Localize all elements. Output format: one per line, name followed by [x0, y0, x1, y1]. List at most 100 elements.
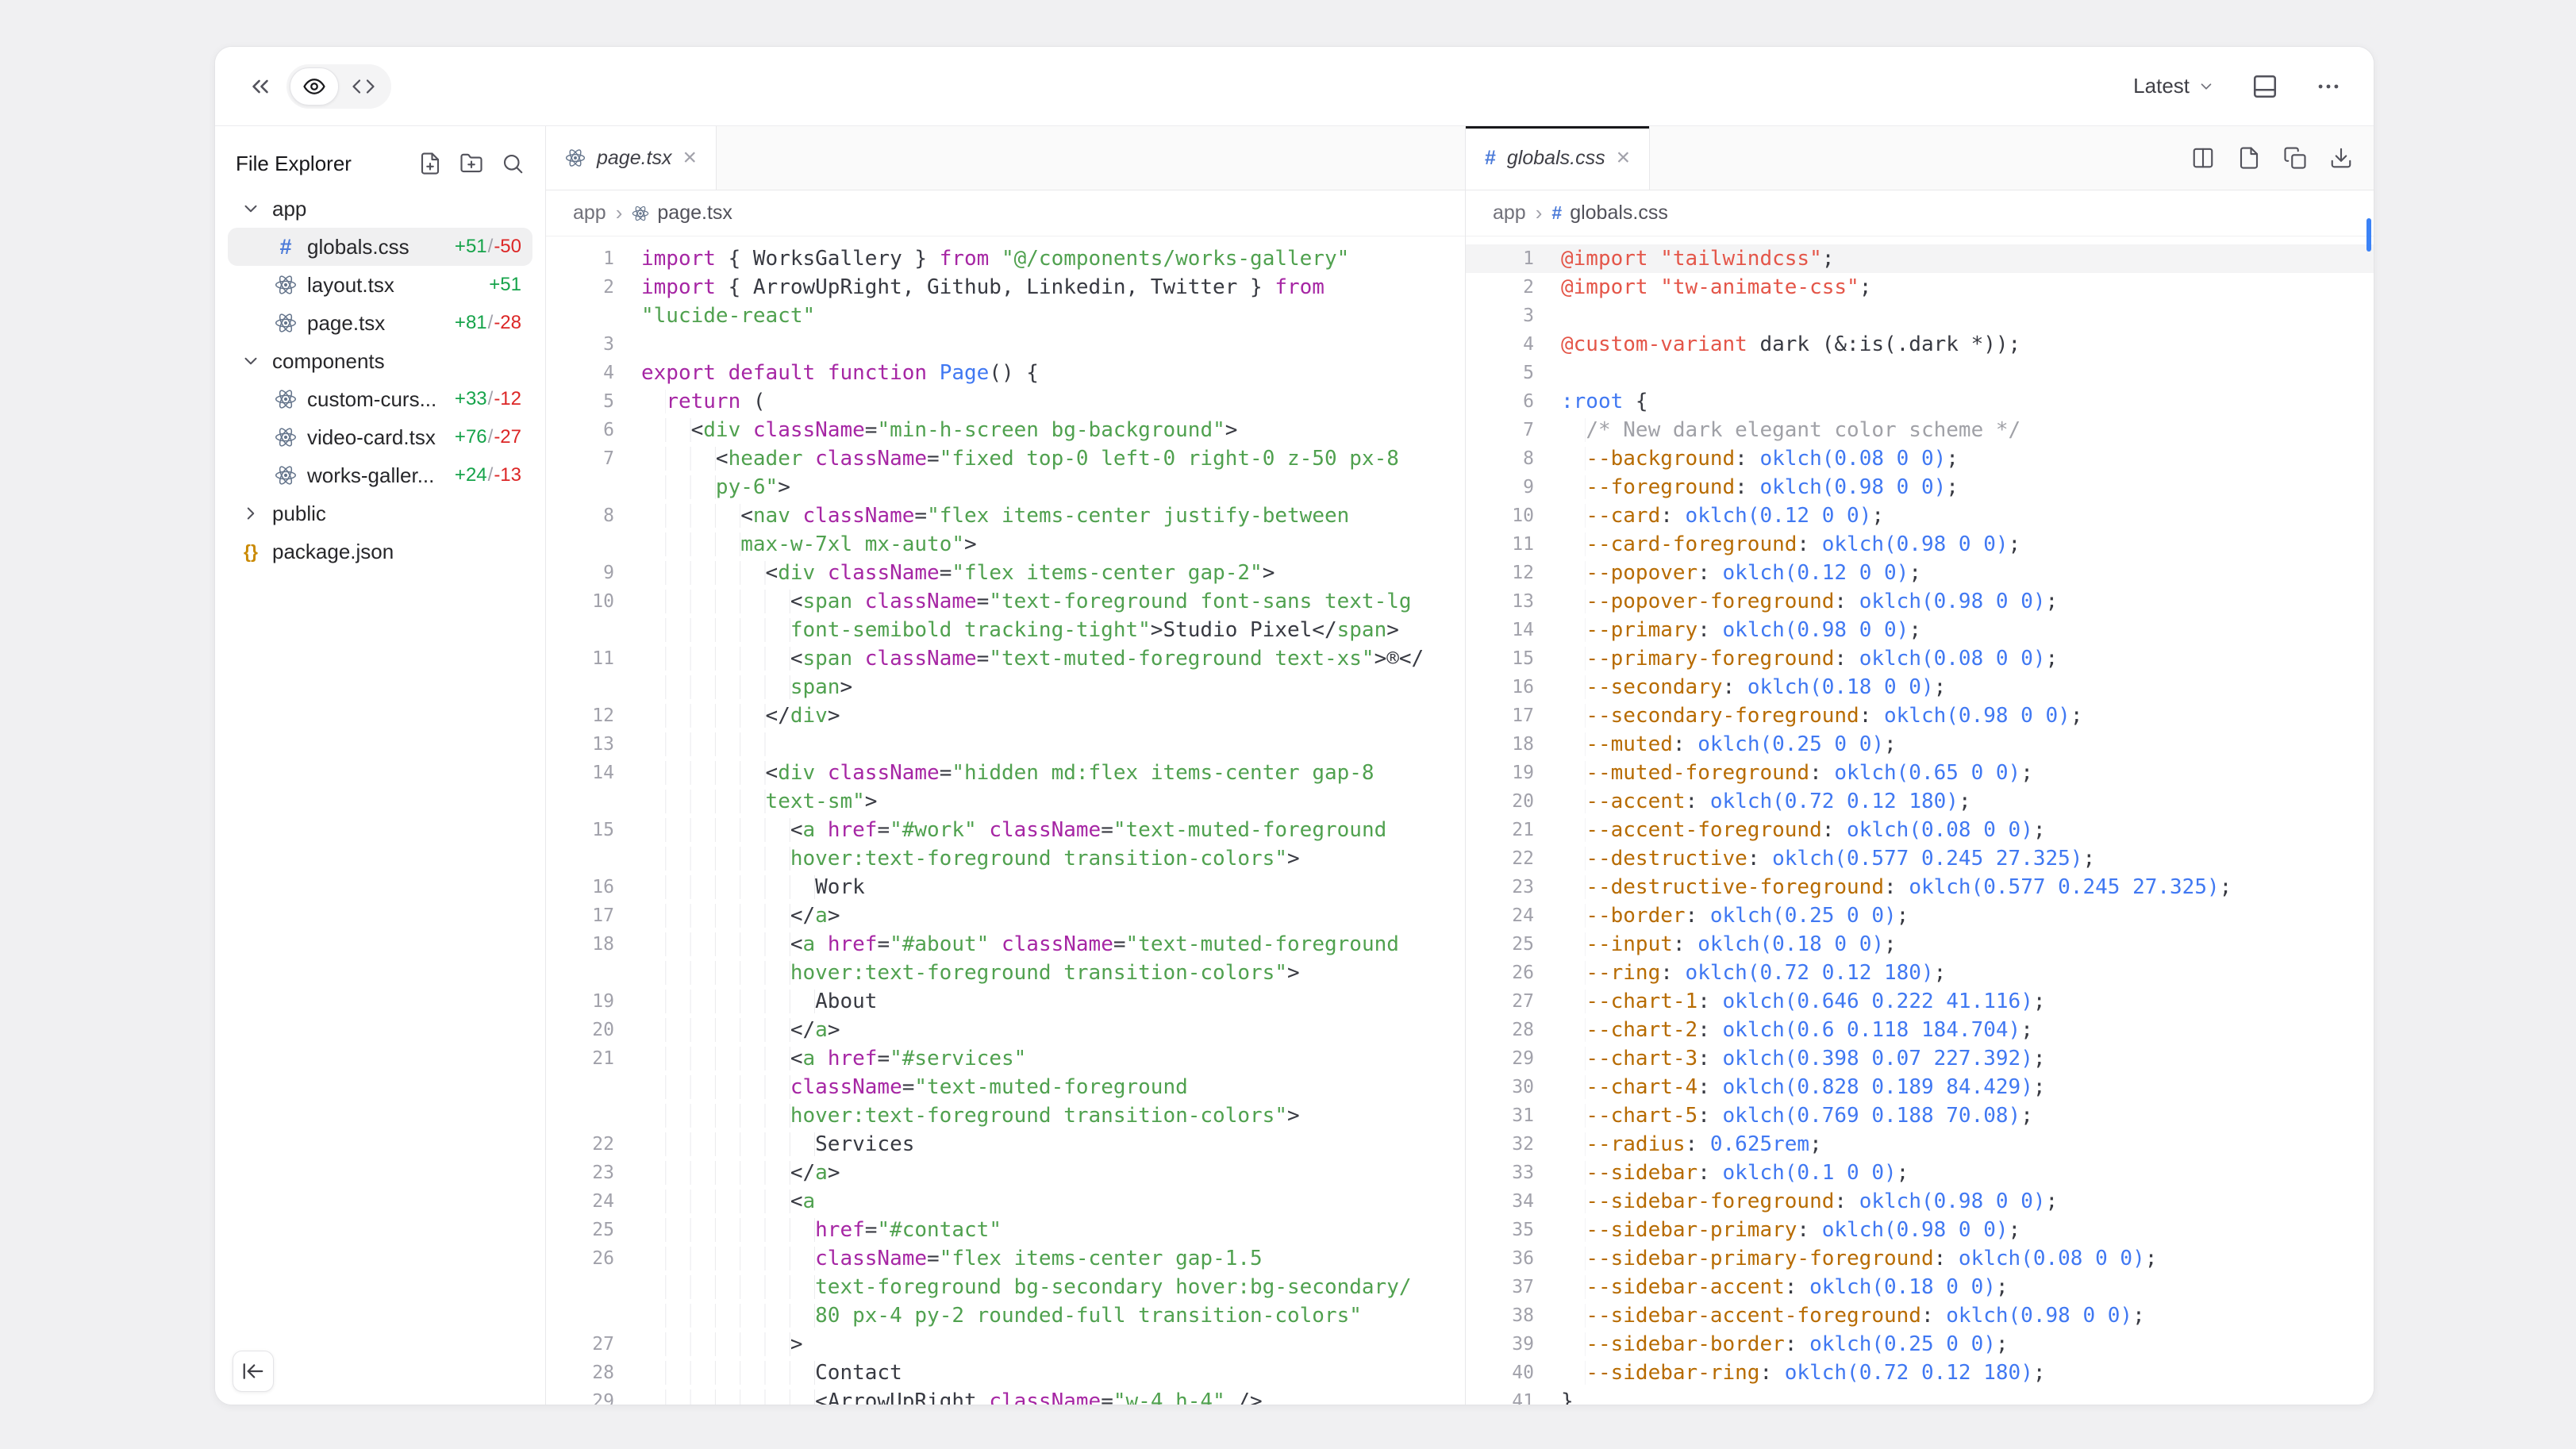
line-number: 31	[1466, 1101, 1534, 1130]
line-number	[546, 1073, 614, 1101]
tab-page-tsx[interactable]: page.tsx ×	[546, 126, 717, 190]
panel-layout-button[interactable]	[2251, 73, 2278, 100]
breadcrumb-root[interactable]: app	[1493, 202, 1526, 225]
code-line: 14 --primary: oklch(0.98 0 0);	[1466, 616, 2374, 644]
version-dropdown[interactable]: Latest	[2133, 74, 2215, 98]
code-toggle-button[interactable]	[339, 67, 388, 106]
line-number: 9	[546, 559, 614, 587]
tree-item-page-tsx[interactable]: page.tsx+81/-28	[228, 304, 533, 342]
version-label: Latest	[2133, 74, 2190, 98]
tree-item-app[interactable]: app	[228, 190, 533, 228]
line-number: 40	[1466, 1359, 1534, 1387]
chevron-down-icon	[239, 349, 263, 373]
line-number: 17	[1466, 701, 1534, 730]
code-line: 2import { ArrowUpRight, Github, Linkedin…	[546, 273, 1465, 302]
code-line: 6 <div className="min-h-screen bg-backgr…	[546, 416, 1465, 444]
search-files-button[interactable]	[501, 152, 525, 175]
line-number: 26	[546, 1244, 614, 1273]
tree-item-globals-css[interactable]: #globals.css+51/-50	[228, 228, 533, 266]
file-view-button[interactable]	[2237, 146, 2261, 170]
close-tab-button[interactable]: ×	[1617, 146, 1631, 170]
line-number: 4	[546, 359, 614, 387]
split-view-button[interactable]	[2191, 146, 2215, 170]
code-line: "lucide-react"	[546, 302, 1465, 330]
code-line: 11 <span className="text-muted-foregroun…	[546, 644, 1465, 673]
new-file-button[interactable]	[418, 152, 442, 175]
code-line: 8 <nav className="flex items-center just…	[546, 502, 1465, 530]
tree-item-custom-curs[interactable]: custom-curs...+33/-12	[228, 380, 533, 418]
react-icon	[274, 425, 298, 449]
diff-stats: +51	[481, 274, 521, 296]
scrollbar-thumb[interactable]	[2366, 218, 2371, 252]
line-number: 12	[1466, 559, 1534, 587]
line-number: 14	[546, 759, 614, 787]
file-label: components	[272, 349, 385, 374]
code-line: 9 --foreground: oklch(0.98 0 0);	[1466, 473, 2374, 502]
breadcrumb-file[interactable]: page.tsx	[632, 202, 732, 225]
line-number	[546, 1301, 614, 1330]
code-line: 10 <span className="text-foreground font…	[546, 587, 1465, 616]
copy-code-button[interactable]	[2283, 146, 2307, 170]
code-line: 40 --sidebar-ring: oklch(0.72 0.12 180);	[1466, 1359, 2374, 1387]
tab-globals-css[interactable]: # globals.css ×	[1466, 126, 1650, 190]
code-line: 8 --background: oklch(0.08 0 0);	[1466, 444, 2374, 473]
code-line: 19 --muted-foreground: oklch(0.65 0 0);	[1466, 759, 2374, 787]
topbar-right-actions: Latest	[2133, 73, 2342, 100]
code-line: 21 --accent-foreground: oklch(0.08 0 0);	[1466, 816, 2374, 844]
code-line: 18 <a href="#about" className="text-mute…	[546, 930, 1465, 959]
line-number: 16	[1466, 673, 1534, 701]
view-toggle	[286, 64, 391, 109]
tree-item-layout-tsx[interactable]: layout.tsx+51	[228, 266, 533, 304]
ellipsis-icon	[2315, 73, 2342, 100]
breadcrumb-file[interactable]: # globals.css	[1551, 202, 1667, 225]
code-editor-globals-css[interactable]: 1@import "tailwindcss";2@import "tw-anim…	[1466, 236, 2374, 1405]
line-number: 15	[546, 816, 614, 844]
diff-stats: +33/-12	[447, 388, 521, 410]
line-number: 13	[1466, 587, 1534, 616]
file-label: globals.css	[307, 235, 409, 259]
line-number: 20	[1466, 787, 1534, 816]
line-number: 14	[1466, 616, 1534, 644]
code-line: 36 --sidebar-primary-foreground: oklch(0…	[1466, 1244, 2374, 1273]
line-number: 22	[546, 1130, 614, 1159]
tree-item-package-json[interactable]: {}package.json	[228, 532, 533, 571]
breadcrumb-root[interactable]: app	[573, 202, 606, 225]
code-line: 15 <a href="#work" className="text-muted…	[546, 816, 1465, 844]
collapse-sidebar-button[interactable]	[247, 73, 274, 100]
file-label: works-galler...	[307, 463, 434, 488]
code-line: 18 --muted: oklch(0.25 0 0);	[1466, 730, 2374, 759]
code-line: 14 <div className="hidden md:flex items-…	[546, 759, 1465, 787]
tree-item-components[interactable]: components	[228, 342, 533, 380]
diff-stats: +76/-27	[447, 426, 521, 448]
more-options-button[interactable]	[2315, 73, 2342, 100]
tree-item-public[interactable]: public	[228, 494, 533, 532]
code-line: font-semibold tracking-tight">Studio Pix…	[546, 616, 1465, 644]
react-icon	[632, 205, 649, 222]
collapse-explorer-button[interactable]	[233, 1351, 274, 1392]
react-icon	[274, 463, 298, 487]
preview-toggle-button[interactable]	[290, 67, 339, 106]
line-number	[546, 616, 614, 644]
code-line: text-foreground bg-secondary hover:bg-se…	[546, 1273, 1465, 1301]
new-folder-button[interactable]	[459, 152, 483, 175]
line-number: 23	[546, 1159, 614, 1187]
line-number	[546, 787, 614, 816]
tree-item-video-card-tsx[interactable]: video-card.tsx+76/-27	[228, 418, 533, 456]
line-number: 8	[546, 502, 614, 530]
breadcrumb-file-label: globals.css	[1570, 202, 1668, 225]
line-number: 1	[546, 244, 614, 273]
code-line: 37 --sidebar-accent: oklch(0.18 0 0);	[1466, 1273, 2374, 1301]
code-line: 3	[546, 330, 1465, 359]
code-editor-page-tsx[interactable]: 1import { WorksGallery } from "@/compone…	[546, 236, 1465, 1405]
tree-item-works-galler[interactable]: works-galler...+24/-13	[228, 456, 533, 494]
code-line: text-sm">	[546, 787, 1465, 816]
download-button[interactable]	[2329, 146, 2353, 170]
code-line: 41}	[1466, 1387, 2374, 1405]
line-number: 33	[1466, 1159, 1534, 1187]
line-number: 29	[546, 1387, 614, 1405]
line-number	[546, 959, 614, 987]
folder-plus-icon	[459, 152, 483, 175]
tab-label: globals.css	[1507, 147, 1605, 170]
close-tab-button[interactable]: ×	[683, 146, 698, 170]
code-line: 24 <a	[546, 1187, 1465, 1216]
